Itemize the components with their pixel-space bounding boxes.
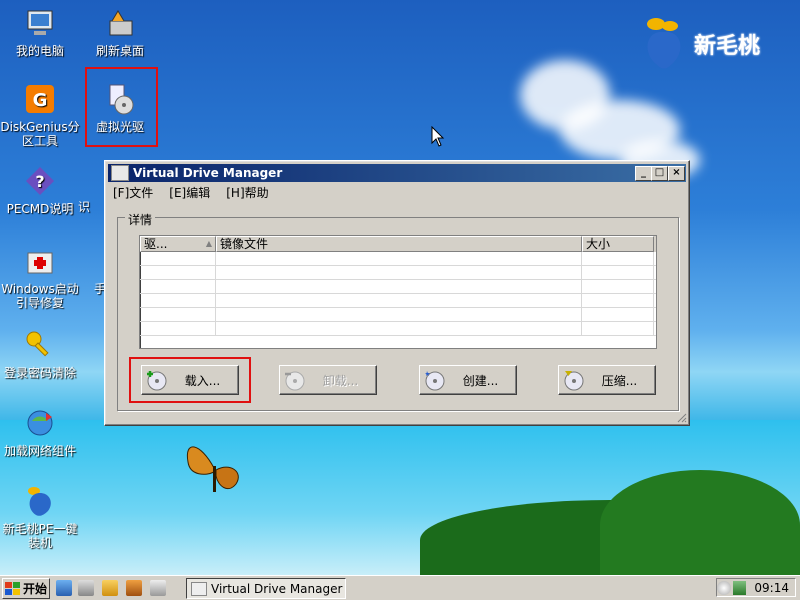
desktop-icon-label: 新毛桃PE一键装机: [2, 522, 78, 550]
virtual-drive-manager-window[interactable]: Virtual Drive Manager _ □ × [F]文件 [E]编辑 …: [104, 160, 690, 426]
window-title: Virtual Drive Manager: [133, 166, 283, 180]
task-app-icon: [191, 581, 207, 596]
compress-button-label: 压缩...: [601, 373, 638, 388]
svg-text:G: G: [33, 90, 48, 111]
desktop-icon-label: PECMD说明: [6, 202, 74, 216]
highlight-load-button: [129, 357, 251, 403]
unload-button[interactable]: 卸载...: [279, 365, 377, 395]
column-header-drive[interactable]: 驱... ▲: [140, 236, 216, 252]
list-row: [140, 308, 656, 322]
quicklaunch-folder-icon[interactable]: [102, 580, 118, 596]
quicklaunch-explorer-icon[interactable]: [56, 580, 72, 596]
windows-logo-icon: [5, 581, 20, 595]
column-header-image-file[interactable]: 镜像文件: [216, 236, 582, 252]
desktop-icon-label: 刷新桌面: [95, 44, 144, 58]
desktop-icon-refresh-desktop[interactable]: 刷新桌面: [80, 6, 160, 58]
compress-disc-icon: [564, 371, 584, 391]
computer-icon: [27, 10, 53, 35]
diskgenius-icon: G: [26, 85, 54, 113]
list-row: [140, 280, 656, 294]
create-button[interactable]: 创建...: [419, 365, 517, 395]
brand-logo: 新毛桃: [640, 14, 790, 74]
unload-button-label: 卸载...: [322, 373, 359, 388]
refresh-desktop-icon: [109, 10, 133, 36]
quicklaunch-tool-icon[interactable]: [78, 580, 94, 596]
key-icon: [26, 331, 49, 357]
tray-network-icon[interactable]: [732, 580, 747, 595]
taskbar-item-virtual-drive-manager[interactable]: Virtual Drive Manager: [186, 578, 346, 599]
svg-text:?: ?: [35, 172, 44, 191]
resize-grip-icon[interactable]: [675, 411, 687, 423]
taskbar: 开始 Virtual Drive Manager 09:14: [0, 575, 800, 600]
desktop-icon-label: Windows启动引导修复: [1, 282, 79, 310]
desktop-icon-partial[interactable]: 识: [78, 200, 98, 214]
mouse-cursor-icon: [431, 126, 445, 147]
column-header-size[interactable]: 大小: [582, 236, 654, 252]
butterfly-icon: [186, 446, 239, 492]
menu-bar: [F]文件 [E]编辑 [H]帮助: [109, 183, 273, 201]
quicklaunch-picture-icon[interactable]: [126, 580, 142, 596]
first-aid-icon: [27, 252, 53, 274]
minimize-button[interactable]: _: [635, 166, 652, 181]
peach-logo-icon: [647, 18, 681, 69]
unload-disc-icon: [285, 371, 305, 391]
desktop-icon-network[interactable]: 加载网络组件: [0, 406, 80, 458]
desktop-icon-pe-install[interactable]: 新毛桃PE一键装机: [0, 484, 80, 550]
menu-help[interactable]: [H]帮助: [222, 183, 272, 201]
desktop-icon-diskgenius[interactable]: G DiskGenius分区工具: [0, 82, 80, 148]
close-button[interactable]: ×: [668, 166, 685, 181]
app-icon: [111, 165, 129, 181]
list-row: [140, 322, 656, 336]
network-icon: [27, 410, 53, 436]
task-item-label: Virtual Drive Manager: [211, 581, 343, 596]
start-button[interactable]: 开始: [2, 578, 50, 599]
list-row: [140, 252, 656, 266]
desktop-icon-boot-repair[interactable]: Windows启动引导修复: [0, 244, 80, 310]
menu-edit[interactable]: [E]编辑: [165, 183, 214, 201]
quicklaunch-eraser-icon[interactable]: [150, 580, 166, 596]
list-header: 驱... ▲ 镜像文件 大小: [140, 236, 656, 252]
desktop-icon-my-computer[interactable]: 我的电脑: [0, 6, 80, 58]
desktop-icon-label: 加载网络组件: [3, 444, 76, 458]
desktop-icon-label: DiskGenius分区工具: [0, 120, 80, 148]
details-group-title: 详情: [125, 211, 156, 228]
drive-list[interactable]: 驱... ▲ 镜像文件 大小: [139, 235, 657, 349]
column-header-label: 驱...: [144, 237, 168, 251]
sort-ascending-icon: ▲: [205, 239, 212, 248]
help-icon: ?: [26, 167, 54, 195]
brand-text: 新毛桃: [694, 34, 761, 59]
menu-file[interactable]: [F]文件: [109, 183, 157, 201]
title-bar[interactable]: Virtual Drive Manager _ □ ×: [108, 164, 686, 182]
list-row: [140, 266, 656, 280]
compress-button[interactable]: 压缩...: [558, 365, 656, 395]
clock[interactable]: 09:14: [754, 581, 789, 595]
desktop-icon-label: 登录密码清除: [3, 366, 76, 380]
highlight-virtual-drive: [85, 67, 158, 147]
desktop-icon-password-clear[interactable]: 登录密码清除: [0, 328, 80, 380]
start-label: 开始: [23, 582, 48, 596]
peach-icon: [28, 487, 51, 516]
list-row: [140, 294, 656, 308]
create-button-label: 创建...: [462, 373, 499, 388]
system-tray: 09:14: [716, 578, 796, 597]
desktop-icon-label: 我的电脑: [15, 44, 64, 58]
maximize-button[interactable]: □: [651, 166, 668, 181]
desktop-icon-label: 识: [78, 200, 91, 214]
tray-drive-icon[interactable]: [717, 580, 731, 595]
create-disc-icon: [425, 371, 445, 391]
desktop-icon-pecmd[interactable]: ? PECMD说明: [0, 164, 80, 216]
